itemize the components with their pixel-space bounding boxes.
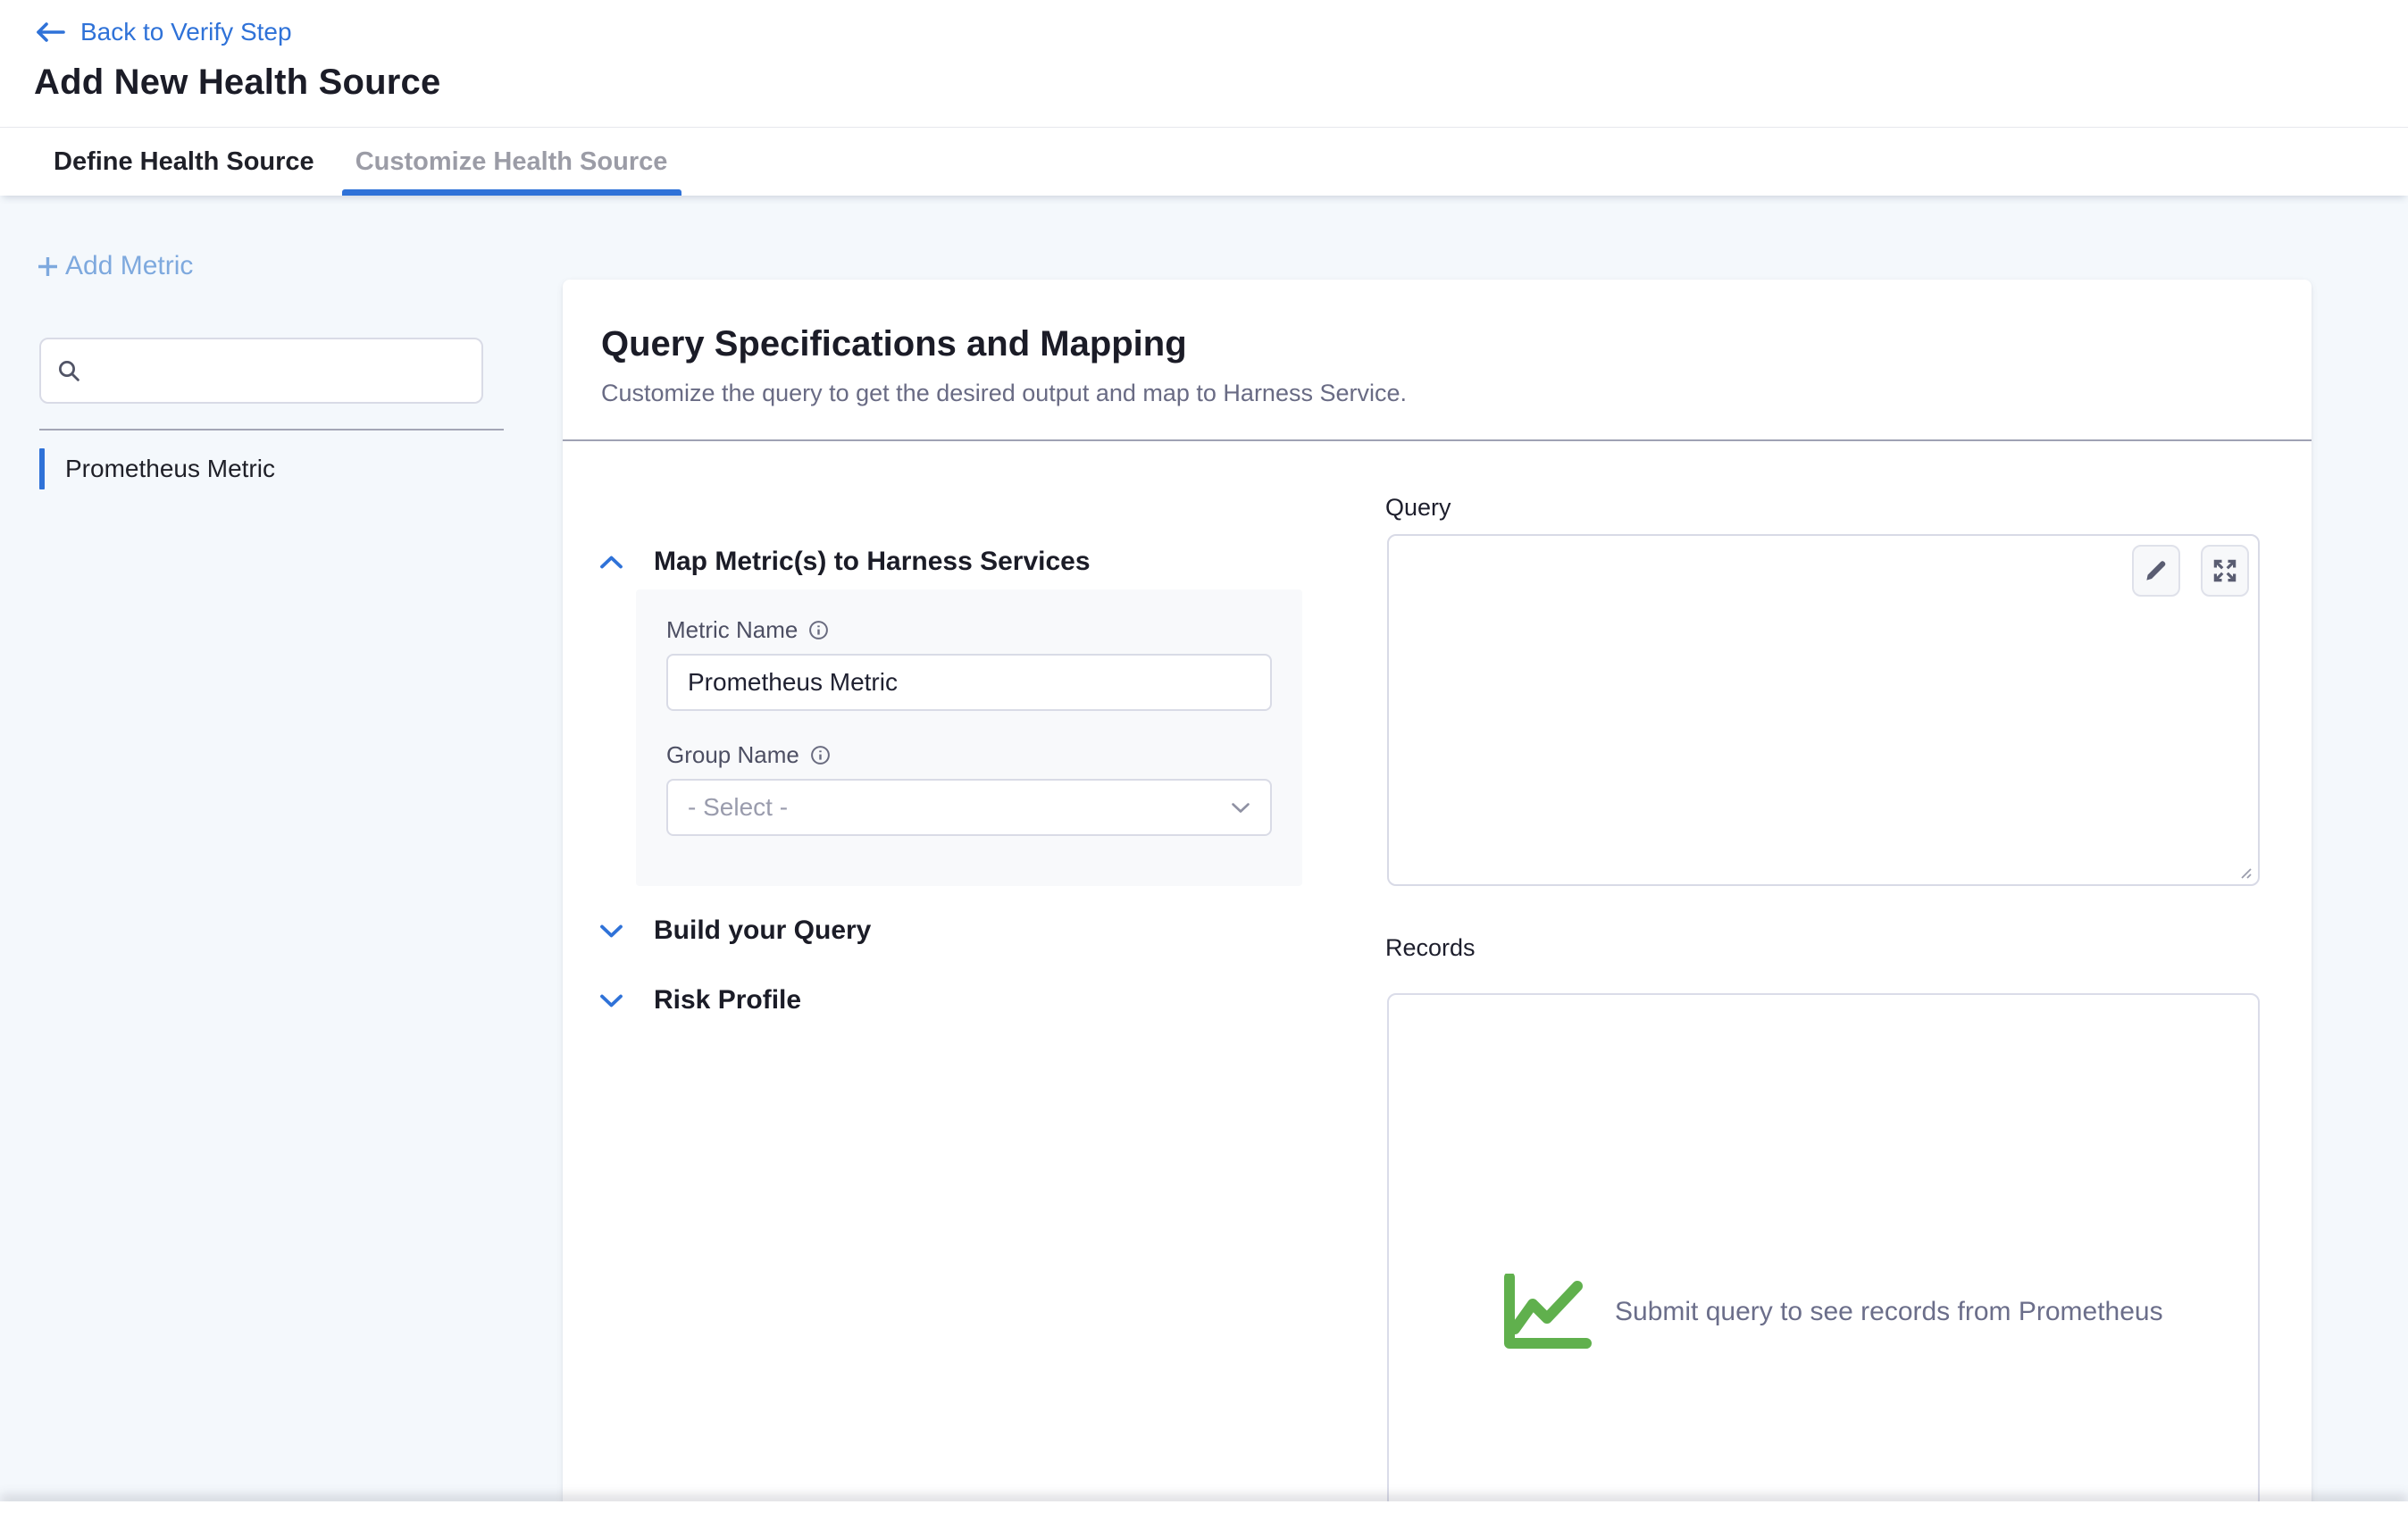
records-label: Records: [1385, 934, 1476, 962]
back-to-verify-step-link[interactable]: Back to Verify Step: [34, 18, 292, 46]
group-name-select[interactable]: - Select -: [666, 779, 1272, 836]
info-icon[interactable]: [808, 620, 829, 640]
search-icon: [57, 359, 81, 383]
query-textarea[interactable]: [1389, 536, 2258, 884]
metric-search-box[interactable]: [39, 338, 483, 404]
section-map-metrics[interactable]: Map Metric(s) to Harness Services: [599, 541, 1091, 582]
records-box: Submit query to see records from Prometh…: [1387, 993, 2260, 1509]
chevron-down-icon: [599, 993, 623, 1008]
resize-handle[interactable]: [2236, 863, 2253, 881]
query-actions: [2132, 545, 2249, 597]
wizard-footer-edge: [0, 1501, 2408, 1513]
page-body: Add Metric Prometheus Metric Query Speci…: [0, 196, 2408, 1513]
query-label: Query: [1385, 494, 1451, 522]
metrics-sidebar: Add Metric Prometheus Metric: [0, 196, 563, 1513]
query-editor-box: [1387, 534, 2260, 886]
section-map-metrics-label: Map Metric(s) to Harness Services: [654, 547, 1091, 577]
health-source-tabbar: Define Health Source Customize Health So…: [0, 127, 2408, 196]
page-title: Add New Health Source: [34, 63, 440, 103]
card-title: Query Specifications and Mapping: [601, 324, 1187, 364]
tab-define-health-source[interactable]: Define Health Source: [54, 128, 314, 196]
chevron-down-icon: [1231, 802, 1250, 814]
tab-customize-label: Customize Health Source: [355, 147, 668, 177]
tab-customize-health-source[interactable]: Customize Health Source: [355, 128, 668, 196]
metric-name-label: Metric Name: [666, 616, 829, 644]
back-arrow-icon: [34, 21, 66, 44]
metric-search-input[interactable]: [94, 357, 465, 385]
add-health-source-page: Back to Verify Step Add New Health Sourc…: [0, 0, 2408, 1513]
page-header: Back to Verify Step Add New Health Sourc…: [0, 0, 2408, 127]
metric-name-input[interactable]: [666, 654, 1272, 711]
back-link-label: Back to Verify Step: [80, 18, 292, 46]
sidebar-item-prometheus-metric[interactable]: Prometheus Metric: [39, 448, 275, 489]
group-name-placeholder: - Select -: [688, 793, 788, 822]
chevron-down-icon: [599, 924, 623, 939]
plus-icon: [36, 255, 60, 279]
active-tab-underline: [342, 189, 682, 196]
query-specifications-card: Query Specifications and Mapping Customi…: [563, 280, 2312, 1513]
expand-query-button[interactable]: [2201, 545, 2249, 597]
section-risk-profile-label: Risk Profile: [654, 985, 801, 1016]
card-header-divider: [563, 439, 2312, 441]
tab-define-label: Define Health Source: [54, 147, 314, 177]
section-build-query-label: Build your Query: [654, 915, 871, 946]
info-icon[interactable]: [810, 745, 831, 765]
line-chart-icon: [1502, 1274, 1592, 1350]
expand-icon: [2212, 557, 2238, 584]
card-subtitle: Customize the query to get the desired o…: [601, 380, 1407, 407]
sidebar-divider: [39, 429, 504, 430]
records-empty-message: Submit query to see records from Prometh…: [1615, 1297, 2163, 1327]
pencil-icon: [2143, 557, 2170, 584]
metric-item-label: Prometheus Metric: [65, 455, 275, 483]
selected-indicator-bar: [39, 448, 45, 489]
section-risk-profile[interactable]: Risk Profile: [599, 980, 801, 1021]
map-metrics-form-panel: Metric Name Group Name: [636, 589, 1302, 886]
section-build-your-query[interactable]: Build your Query: [599, 910, 871, 951]
records-empty-state: Submit query to see records from Prometh…: [1502, 1274, 2163, 1350]
edit-query-button[interactable]: [2132, 545, 2180, 597]
add-metric-button[interactable]: Add Metric: [36, 251, 193, 281]
group-name-label: Group Name: [666, 741, 831, 769]
chevron-up-icon: [599, 555, 623, 570]
add-metric-label: Add Metric: [65, 251, 193, 281]
